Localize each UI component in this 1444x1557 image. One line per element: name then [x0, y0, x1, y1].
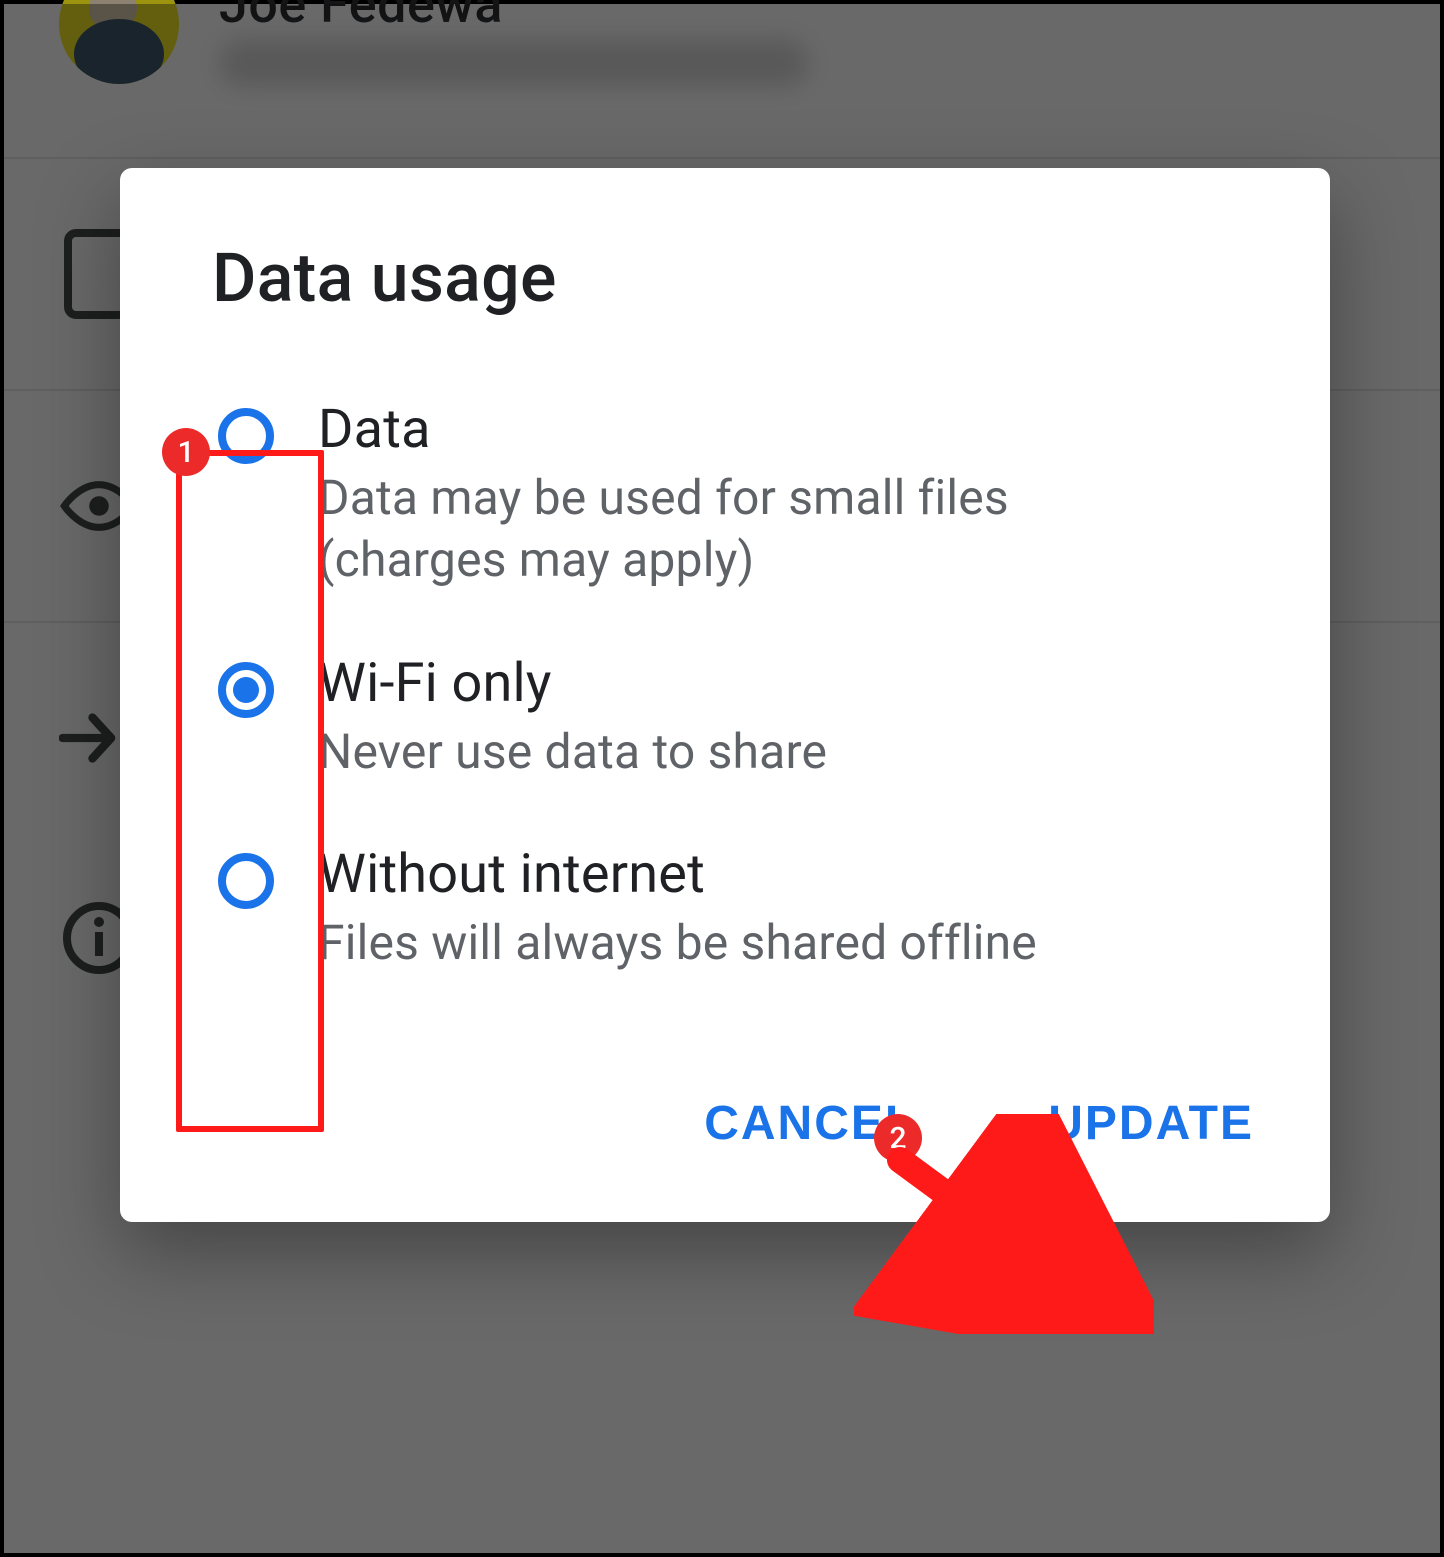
data-usage-dialog: Data usage Data Data may be used for sma…: [120, 168, 1330, 1222]
option-wifi-title: Wi-Fi only: [318, 652, 827, 715]
option-wifi-subtitle: Never use data to share: [318, 721, 827, 783]
option-wifi-only[interactable]: Wi-Fi only Never use data to share: [218, 652, 1270, 783]
dialog-actions: CANCEL UPDATE: [180, 1095, 1270, 1152]
option-without-internet[interactable]: Without internet Files will always be sh…: [218, 843, 1270, 974]
radio-data[interactable]: [218, 408, 274, 464]
option-data[interactable]: Data Data may be used for small files (c…: [218, 398, 1270, 592]
radio-without-internet[interactable]: [218, 853, 274, 909]
option-data-title: Data: [318, 398, 1168, 461]
cancel-button[interactable]: CANCEL: [698, 1095, 922, 1152]
option-offline-title: Without internet: [318, 843, 1037, 906]
option-offline-subtitle: Files will always be shared offline: [318, 912, 1037, 974]
dialog-title: Data usage: [212, 238, 1270, 318]
option-data-subtitle: Data may be used for small files (charge…: [318, 467, 1168, 592]
radio-group: Data Data may be used for small files (c…: [180, 398, 1270, 975]
update-button[interactable]: UPDATE: [1042, 1095, 1260, 1152]
radio-wifi-only[interactable]: [218, 662, 274, 718]
